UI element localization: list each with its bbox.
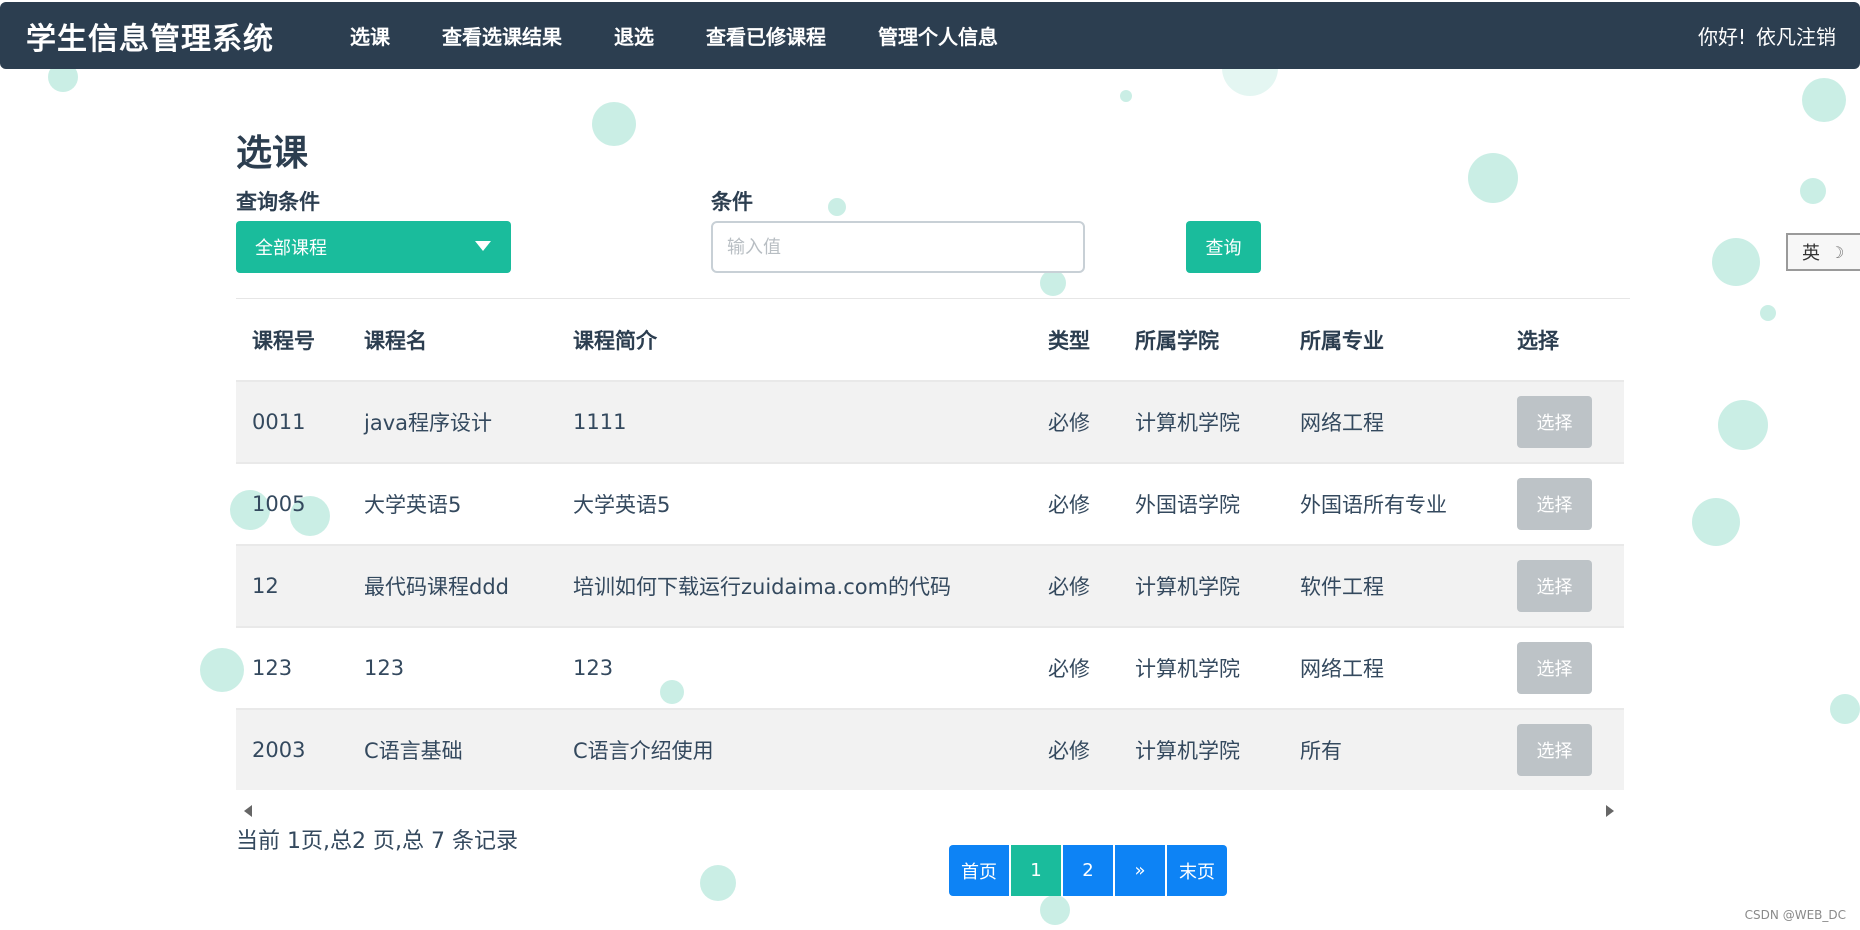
scroll-left-arrow-icon[interactable] xyxy=(244,805,252,817)
cell-course-name: C语言基础 xyxy=(364,739,463,763)
username: 依凡 xyxy=(1756,25,1796,49)
table-header: 课程号 课程名 课程简介 类型 所属学院 所属专业 选择 xyxy=(236,300,1624,380)
cell-course-intro: 大学英语5 xyxy=(573,493,671,517)
logout-link[interactable]: 注销 xyxy=(1796,21,1836,50)
table-row: 1005 大学英语5 大学英语5 必修 外国语学院 外国语所有专业 选择 xyxy=(236,462,1624,544)
cell-course-intro: 培训如何下载运行zuidaima.com的代码 xyxy=(573,575,952,599)
cell-major: 网络工程 xyxy=(1300,411,1384,435)
cell-course-name: 最代码课程ddd xyxy=(364,575,509,599)
cell-college: 外国语学院 xyxy=(1135,493,1240,517)
app-brand: 学生信息管理系统 xyxy=(26,21,274,57)
cell-course-name: 大学英语5 xyxy=(364,493,462,517)
cell-type: 必修 xyxy=(1048,493,1090,517)
select-course-button[interactable]: 选择 xyxy=(1517,724,1592,776)
table-row: 12 最代码课程ddd 培训如何下载运行zuidaima.com的代码 必修 计… xyxy=(236,544,1624,626)
nav-item-completed-courses[interactable]: 查看已修课程 xyxy=(706,21,826,50)
ime-indicator[interactable]: 英 ☽ xyxy=(1786,233,1860,271)
cell-course-intro: 123 xyxy=(573,656,614,680)
page-button-2[interactable]: 2 xyxy=(1063,845,1113,896)
cell-course-id: 12 xyxy=(252,574,279,598)
next-page-button[interactable]: » xyxy=(1115,845,1165,896)
cell-type: 必修 xyxy=(1048,739,1090,763)
filter-select-value: 全部课程 xyxy=(255,238,327,259)
divider xyxy=(236,298,1630,299)
record-info: 当前 1页,总2 页,总 7 条记录 xyxy=(236,829,518,854)
query-button[interactable]: 查询 xyxy=(1186,221,1261,273)
cell-college: 计算机学院 xyxy=(1135,411,1240,435)
user-area: 你好! 依凡 注销 xyxy=(1690,2,1836,69)
cell-course-name: 123 xyxy=(364,656,405,680)
scroll-right-arrow-icon[interactable] xyxy=(1606,805,1614,817)
pagination: 首页 1 2 » 末页 xyxy=(949,845,1227,896)
cell-course-intro: 1111 xyxy=(573,410,627,434)
header-major: 所属专业 xyxy=(1300,329,1384,353)
header-course-intro: 课程简介 xyxy=(573,329,657,353)
table-row: 0011 java程序设计 1111 必修 计算机学院 网络工程 选择 xyxy=(236,380,1624,462)
cell-course-name: java程序设计 xyxy=(364,411,492,435)
page-button-1[interactable]: 1 xyxy=(1011,845,1061,896)
nav-item-select-course[interactable]: 选课 xyxy=(350,21,390,50)
cell-course-intro: C语言介绍使用 xyxy=(573,739,714,763)
filter-select[interactable]: 全部课程 xyxy=(236,221,511,273)
page-title: 选课 xyxy=(236,133,309,174)
cell-major: 网络工程 xyxy=(1300,657,1384,681)
header-type: 类型 xyxy=(1048,329,1090,353)
select-course-button[interactable]: 选择 xyxy=(1517,396,1592,448)
cell-major: 所有 xyxy=(1300,739,1342,763)
cell-course-id: 123 xyxy=(252,656,293,680)
cell-course-id: 2003 xyxy=(252,738,306,762)
cell-major: 软件工程 xyxy=(1300,575,1384,599)
condition-label: 条件 xyxy=(711,190,753,214)
header-college: 所属学院 xyxy=(1135,329,1219,353)
cell-college: 计算机学院 xyxy=(1135,739,1240,763)
greeting-text: 你好! xyxy=(1697,25,1746,49)
cell-college: 计算机学院 xyxy=(1135,575,1240,599)
header-select: 选择 xyxy=(1517,329,1559,353)
cell-course-id: 1005 xyxy=(252,492,306,516)
cell-type: 必修 xyxy=(1048,411,1090,435)
condition-input[interactable] xyxy=(711,221,1085,273)
select-course-button[interactable]: 选择 xyxy=(1517,478,1592,530)
first-page-button[interactable]: 首页 xyxy=(949,845,1009,896)
course-table: 课程号 课程名 课程简介 类型 所属学院 所属专业 选择 0011 java程序… xyxy=(236,300,1624,790)
cell-college: 计算机学院 xyxy=(1135,657,1240,681)
ime-mode-label: 英 xyxy=(1802,243,1820,264)
caret-down-icon xyxy=(475,241,491,251)
cell-course-id: 0011 xyxy=(252,410,306,434)
table-row: 123 123 123 必修 计算机学院 网络工程 选择 xyxy=(236,626,1624,708)
top-navbar: 学生信息管理系统 选课 查看选课结果 退选 查看已修课程 管理个人信息 你好! … xyxy=(0,2,1860,69)
cell-type: 必修 xyxy=(1048,575,1090,599)
select-course-button[interactable]: 选择 xyxy=(1517,642,1592,694)
moon-icon: ☽ xyxy=(1830,242,1845,262)
table-row: 2003 C语言基础 C语言介绍使用 必修 计算机学院 所有 选择 xyxy=(236,708,1624,790)
nav-item-drop-course[interactable]: 退选 xyxy=(614,21,654,50)
select-course-button[interactable]: 选择 xyxy=(1517,560,1592,612)
cell-major: 外国语所有专业 xyxy=(1300,493,1447,517)
nav-item-personal-info[interactable]: 管理个人信息 xyxy=(878,21,998,50)
header-course-id: 课程号 xyxy=(252,329,315,353)
filter-label: 查询条件 xyxy=(236,190,320,214)
watermark: CSDN @WEB_DC xyxy=(1744,908,1846,922)
last-page-button[interactable]: 末页 xyxy=(1167,845,1227,896)
header-course-name: 课程名 xyxy=(364,329,427,353)
nav-item-view-results[interactable]: 查看选课结果 xyxy=(442,21,562,50)
cell-type: 必修 xyxy=(1048,657,1090,681)
